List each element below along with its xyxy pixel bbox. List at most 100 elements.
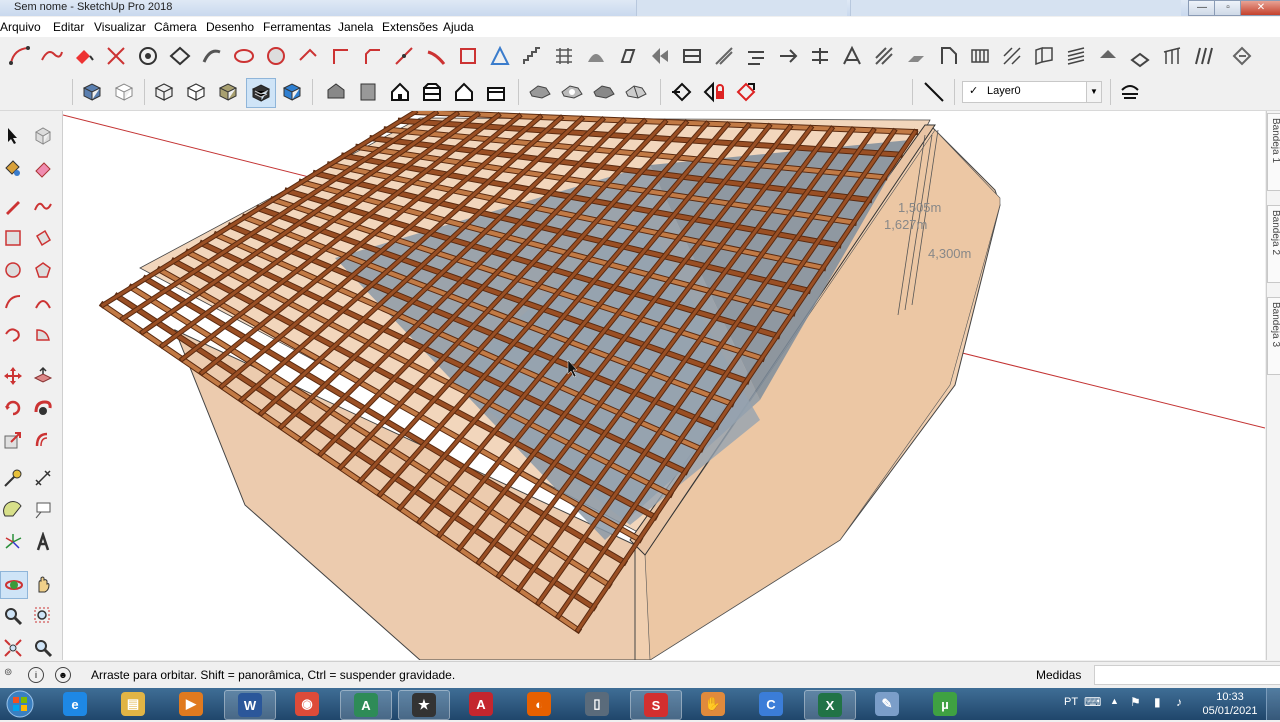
- taskbar-app-word[interactable]: W: [224, 690, 276, 720]
- siding-icon[interactable]: [1062, 42, 1090, 70]
- menu-visualizar[interactable]: Visualizar: [94, 20, 146, 34]
- rotate-icon[interactable]: [0, 395, 26, 421]
- info-icon[interactable]: i: [28, 667, 44, 683]
- scale-icon[interactable]: [0, 427, 26, 453]
- text-tool-icon[interactable]: [30, 497, 56, 523]
- right-view-icon[interactable]: [418, 78, 446, 106]
- frame-icon[interactable]: [934, 42, 962, 70]
- keyboard-icon[interactable]: ⌨: [1084, 695, 1101, 709]
- pan-icon[interactable]: [30, 571, 56, 597]
- background-window-tab[interactable]: [850, 0, 1181, 16]
- taskbar-app-access[interactable]: A: [340, 690, 392, 720]
- lock-icon[interactable]: [700, 78, 728, 106]
- three-point-arc-icon[interactable]: [0, 321, 26, 347]
- top-view-icon[interactable]: [354, 78, 382, 106]
- box-icon[interactable]: [454, 42, 482, 70]
- axes-icon[interactable]: [0, 529, 26, 555]
- minimize-button[interactable]: —: [1188, 0, 1216, 16]
- grid-icon[interactable]: [550, 42, 578, 70]
- pie-icon[interactable]: [30, 321, 56, 347]
- dimension-label[interactable]: 1,505m: [898, 200, 941, 215]
- tape-measure-icon[interactable]: [0, 465, 26, 491]
- fillet-icon[interactable]: [710, 42, 738, 70]
- lathe-icon[interactable]: [614, 42, 642, 70]
- offset-icon[interactable]: [30, 427, 56, 453]
- layer-select[interactable]: ✓ Layer0 ▼: [962, 81, 1102, 103]
- railing-icon[interactable]: [1158, 42, 1186, 70]
- xray-icon[interactable]: [78, 78, 106, 106]
- freehand-arc-icon[interactable]: [38, 42, 66, 70]
- taskbar-app-ccleaner[interactable]: C: [746, 690, 796, 718]
- taskbar-app-device[interactable]: ▯: [572, 690, 622, 718]
- loft-icon[interactable]: [646, 42, 674, 70]
- menu-janela[interactable]: Janela: [338, 20, 373, 34]
- menu-editar[interactable]: Editar: [53, 20, 84, 34]
- floor-icon[interactable]: [1126, 42, 1154, 70]
- split-icon[interactable]: [622, 78, 650, 106]
- shaded-icon[interactable]: [214, 78, 242, 106]
- close-button[interactable]: ✕: [1240, 0, 1280, 16]
- menu-desenho[interactable]: Desenho: [206, 20, 254, 34]
- pipe-icon[interactable]: [422, 42, 450, 70]
- measurements-input[interactable]: [1094, 665, 1280, 685]
- menu-extensoes[interactable]: Extensões: [382, 20, 438, 34]
- taskbar-app-internet-explorer[interactable]: e: [50, 690, 100, 718]
- solid-shell-icon[interactable]: [134, 42, 162, 70]
- wireframe-icon[interactable]: [150, 78, 178, 106]
- pencil-icon[interactable]: [0, 193, 26, 219]
- protractor-icon[interactable]: [0, 497, 26, 523]
- clock[interactable]: 10:33 05/01/2021: [1202, 690, 1258, 718]
- taskbar-app-file-explorer[interactable]: ▤: [108, 690, 158, 718]
- truss-icon[interactable]: [870, 42, 898, 70]
- trim-icon[interactable]: [166, 42, 194, 70]
- taskbar-app-chrome[interactable]: ◉: [282, 690, 332, 718]
- iso-view-icon[interactable]: [322, 78, 350, 106]
- beam-icon[interactable]: [902, 42, 930, 70]
- 3d-text-icon[interactable]: [30, 529, 56, 555]
- front-view-icon[interactable]: [386, 78, 414, 106]
- show-desktop-button[interactable]: [1266, 688, 1280, 720]
- array-icon[interactable]: [774, 42, 802, 70]
- distribute-icon[interactable]: [806, 42, 834, 70]
- component-tool-icon[interactable]: [30, 123, 56, 149]
- menu-camera[interactable]: Câmera: [154, 20, 197, 34]
- zoom-icon[interactable]: [0, 603, 26, 629]
- unlock-icon[interactable]: [732, 78, 760, 106]
- left-view-icon[interactable]: [482, 78, 510, 106]
- follow-me-icon[interactable]: [230, 42, 258, 70]
- previous-camera-icon[interactable]: [30, 635, 56, 661]
- push-pull-icon[interactable]: [30, 363, 56, 389]
- intersect-icon[interactable]: [102, 42, 130, 70]
- background-window-tab[interactable]: [636, 0, 847, 16]
- chevron-down-icon[interactable]: ▼: [1086, 82, 1101, 102]
- subtract-icon[interactable]: [558, 78, 586, 106]
- export-icon[interactable]: [1228, 42, 1256, 70]
- volume-icon[interactable]: ♪: [1176, 695, 1182, 709]
- language-indicator[interactable]: PT: [1064, 696, 1078, 708]
- paint-bucket-icon[interactable]: [0, 155, 26, 181]
- taskbar-app-movie-maker[interactable]: ★: [398, 690, 450, 720]
- back-edges-icon[interactable]: [110, 78, 138, 106]
- layer-pencil-icon[interactable]: [920, 78, 948, 106]
- taskbar-app-firefox[interactable]: ◐: [514, 690, 564, 718]
- polygon-icon[interactable]: [30, 257, 56, 283]
- zoom-window-icon[interactable]: [30, 603, 56, 629]
- dimension-label[interactable]: 1,627m: [884, 217, 927, 232]
- dimension-icon[interactable]: [30, 465, 56, 491]
- tray-expand-icon[interactable]: ▲: [1110, 696, 1119, 706]
- menu-ajuda[interactable]: Ajuda: [443, 20, 474, 34]
- stairs-icon[interactable]: [518, 42, 546, 70]
- fence-icon[interactable]: [1190, 42, 1218, 70]
- zoom-extents-icon[interactable]: [0, 635, 26, 661]
- select-tool-icon[interactable]: [0, 123, 26, 149]
- sphere-icon[interactable]: [262, 42, 290, 70]
- align-icon[interactable]: [742, 42, 770, 70]
- deck-icon[interactable]: [966, 42, 994, 70]
- follow-me-tool-icon[interactable]: [30, 395, 56, 421]
- move-icon[interactable]: [0, 363, 26, 389]
- tray-tab-2[interactable]: Bandeja 2: [1267, 205, 1280, 283]
- line-tool-icon[interactable]: [390, 42, 418, 70]
- arc-icon[interactable]: [0, 289, 26, 315]
- menu-arquivo[interactable]: Arquivo: [0, 20, 41, 34]
- rotated-rectangle-icon[interactable]: [30, 225, 56, 251]
